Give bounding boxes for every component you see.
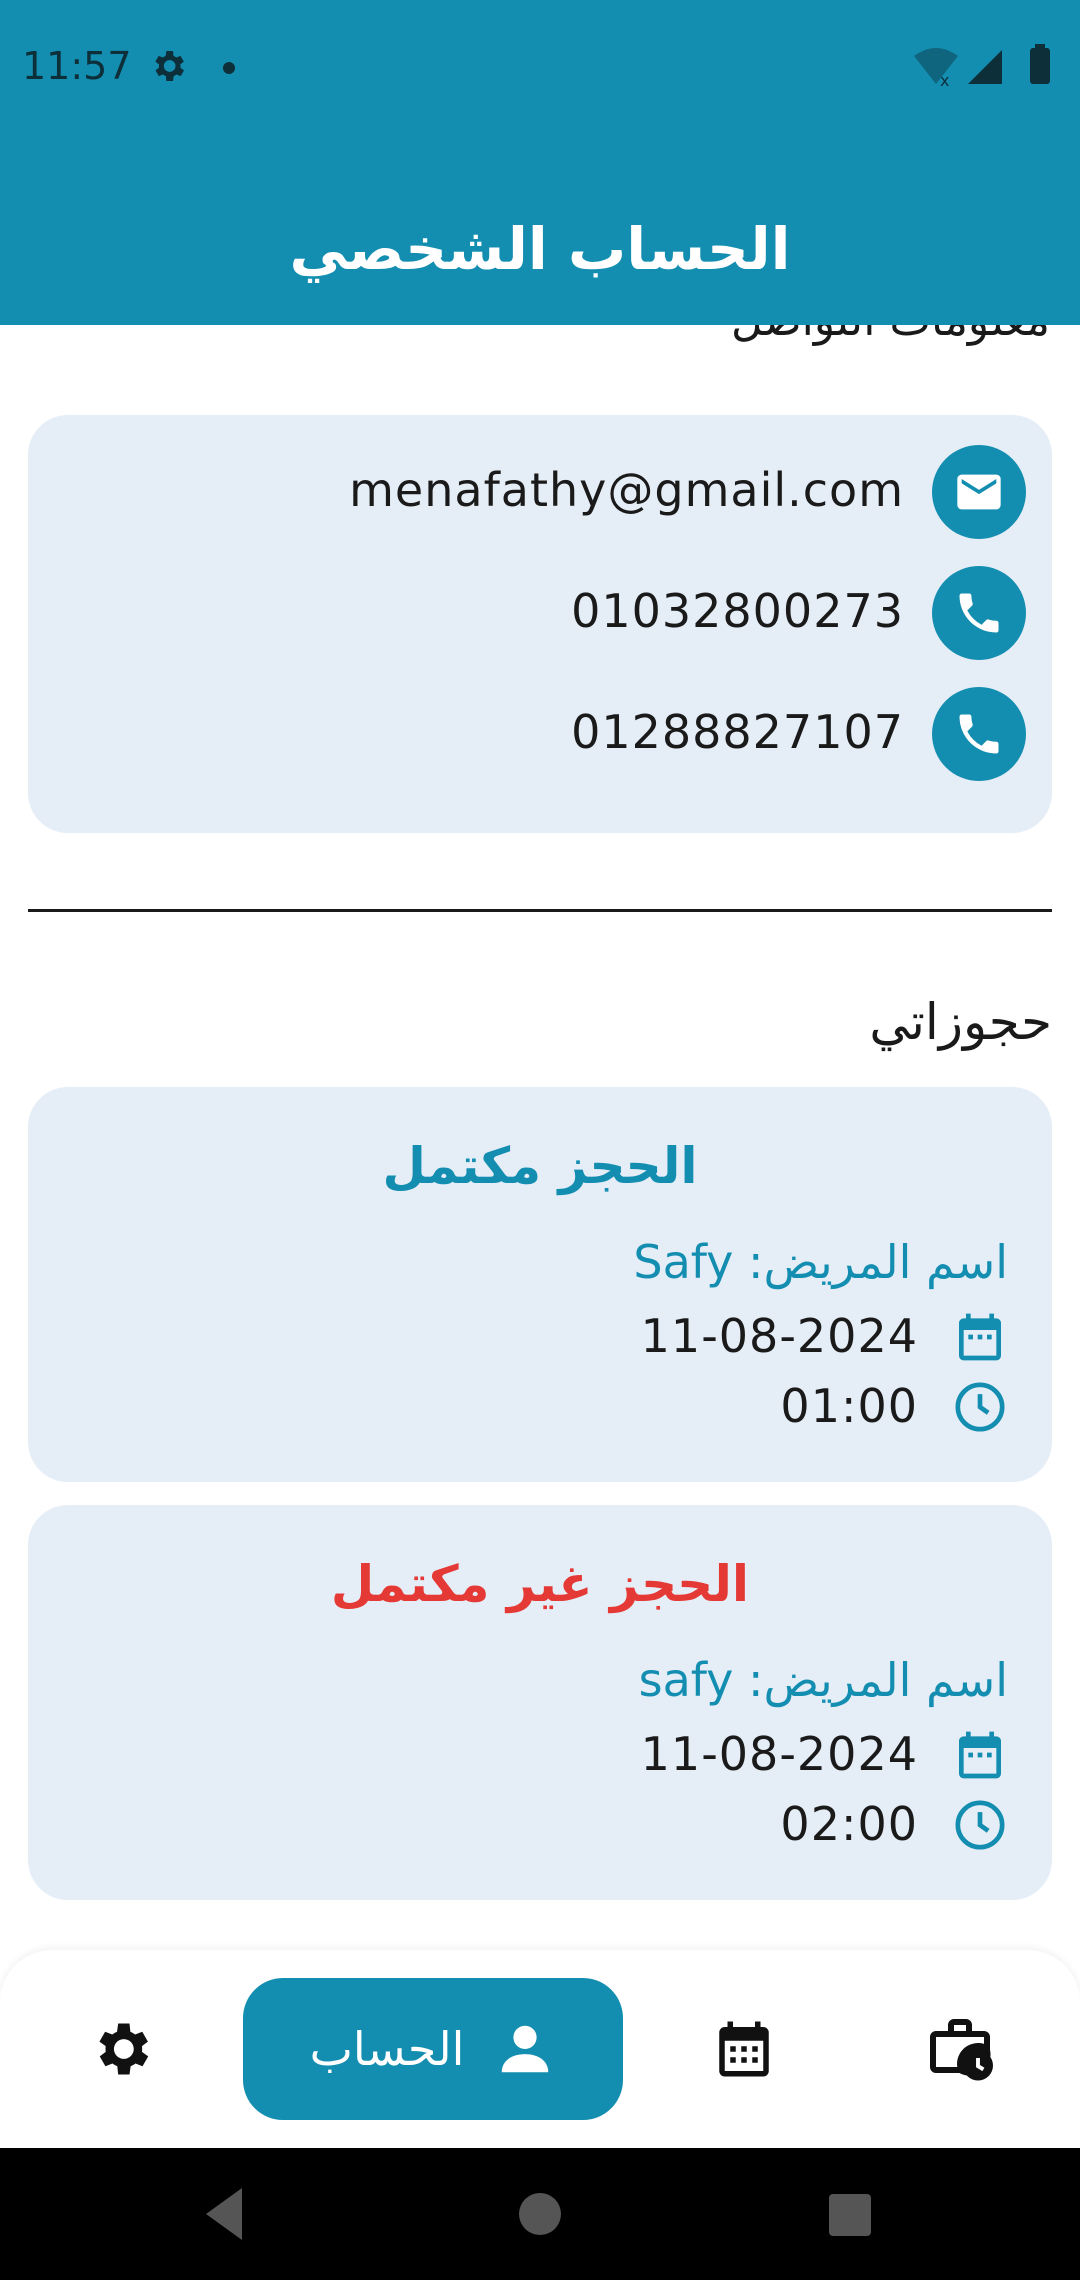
booking-card[interactable]: الحجز غير مكتمل اسم المريض: safy 11-08-2…	[28, 1505, 1052, 1900]
nav-profile[interactable]: الحساب	[243, 1978, 623, 2120]
booking-time: 01:00	[780, 1379, 918, 1433]
battery-icon	[1030, 48, 1050, 84]
phone-icon	[932, 687, 1026, 781]
signal-icon	[968, 50, 1002, 84]
nav-settings[interactable]	[61, 1978, 181, 2120]
svg-text:x: x	[940, 71, 949, 88]
email-row: menafathy@gmail.com	[126, 445, 1026, 539]
patient-name: اسم المريض: Safy	[633, 1235, 1008, 1289]
nav-profile-label: الحساب	[309, 2022, 465, 2076]
wifi-icon: x	[914, 48, 958, 88]
profile-content[interactable]: معلومات التواصل menafathy@gmail.com 0103…	[0, 325, 1080, 1950]
settings-status-icon	[155, 51, 184, 81]
contact-card: menafathy@gmail.com 01032800273 01288827…	[28, 415, 1052, 833]
divider	[28, 909, 1052, 912]
notification-dot	[223, 62, 235, 74]
status-icons: x	[914, 44, 1050, 88]
calendar-icon	[719, 2021, 769, 2077]
settings-icon	[99, 2023, 149, 2075]
app-bar: الحساب الشخصي	[0, 135, 1080, 325]
time-row: 01:00	[508, 1377, 1008, 1437]
booking-status: الحجز مكتمل	[382, 1137, 698, 1195]
phone-value-1: 01032800273	[571, 584, 904, 638]
page-title: الحساب الشخصي	[289, 215, 791, 283]
clock-icon	[955, 1800, 1005, 1850]
bottom-navigation: الحساب	[0, 1950, 1080, 2148]
home-icon[interactable]	[519, 2193, 561, 2235]
calendar-icon	[959, 1313, 1001, 1361]
phone-icon	[932, 566, 1026, 660]
email-value: menafathy@gmail.com	[349, 463, 904, 517]
time-row: 02:00	[508, 1795, 1008, 1855]
booking-card[interactable]: الحجز مكتمل اسم المريض: Safy 11-08-2024 …	[28, 1087, 1052, 1482]
booking-status: الحجز غير مكتمل	[330, 1555, 750, 1613]
booking-time: 02:00	[780, 1797, 918, 1851]
nav-appointments[interactable]	[900, 1978, 1020, 2120]
booking-date: 11-08-2024	[640, 1727, 918, 1781]
phone-value-2: 01288827107	[571, 705, 904, 759]
bookings-title: حجوزاتي	[869, 993, 1052, 1051]
booking-date: 11-08-2024	[640, 1309, 918, 1363]
phone-row-2: 01288827107	[126, 687, 1026, 781]
contact-section-heading: معلومات التواصل	[731, 325, 1050, 346]
date-row: 11-08-2024	[508, 1307, 1008, 1367]
person-icon	[502, 2025, 549, 2073]
nav-calendar[interactable]	[684, 1978, 804, 2120]
calendar-icon	[959, 1731, 1001, 1779]
phone-row-1: 01032800273	[126, 566, 1026, 660]
patient-name: اسم المريض: safy	[638, 1653, 1008, 1707]
clock-icon	[955, 1382, 1005, 1432]
status-bar: 11:57 x	[0, 0, 1080, 135]
back-icon[interactable]	[206, 2188, 242, 2240]
email-icon	[932, 445, 1026, 539]
system-navigation-bar	[0, 2148, 1080, 2280]
date-row: 11-08-2024	[508, 1725, 1008, 1785]
recents-icon[interactable]	[829, 2194, 871, 2236]
status-time: 11:57	[22, 44, 132, 88]
work-history-icon	[930, 2019, 993, 2081]
